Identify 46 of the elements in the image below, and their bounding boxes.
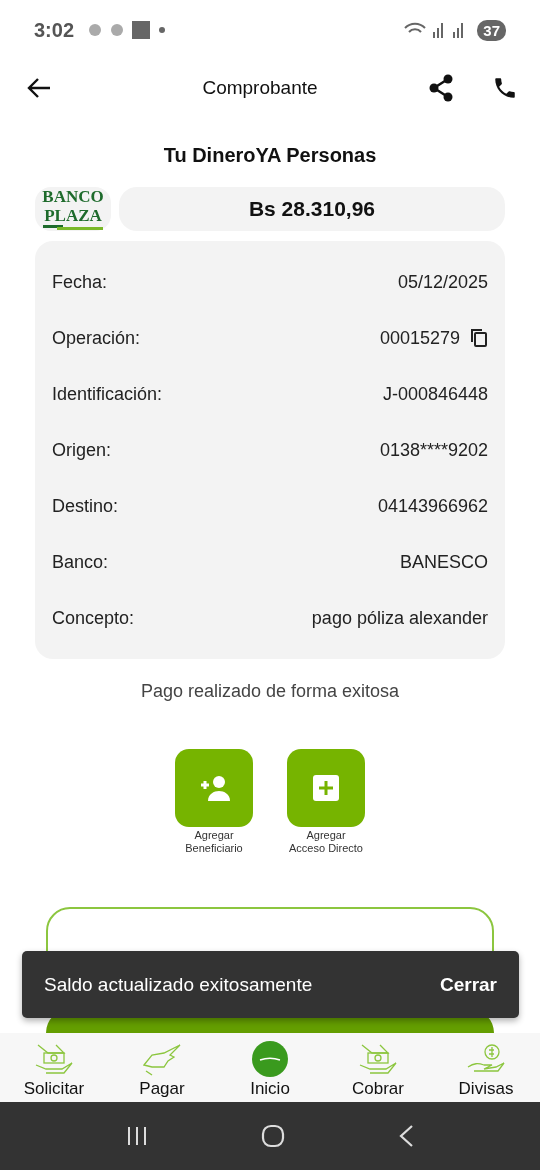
phone-button[interactable]: [492, 75, 518, 101]
add-square-icon: [313, 775, 339, 801]
bank-logo: BANCO PLAZA: [35, 187, 111, 231]
action-label: Agregar Acceso Directo: [289, 829, 363, 855]
nav-item[interactable]: Cobrar: [328, 1041, 428, 1099]
pointing-hand-icon: [142, 1043, 182, 1077]
screen-title: Comprobante: [201, 77, 319, 99]
action-tile[interactable]: [175, 749, 253, 827]
detail-value: 05/12/2025: [397, 271, 488, 293]
nav-item[interactable]: Solicitar: [4, 1041, 104, 1099]
nav-item[interactable]: Pagar: [112, 1043, 212, 1099]
detail-value: pago póliza alexander: [311, 607, 488, 629]
recents-icon[interactable]: [126, 1125, 149, 1147]
detail-label: Fecha:: [52, 271, 108, 293]
detail-value: 04143966962: [377, 495, 488, 517]
page-heading: Tu DineroYA Personas: [163, 144, 377, 167]
app-notification-icon: [132, 21, 151, 39]
detail-label: Origen:: [52, 439, 112, 461]
nav-item[interactable]: Inicio: [220, 1041, 320, 1099]
detail-label: Destino:: [52, 495, 119, 517]
close-button[interactable]: Cerrar: [439, 973, 497, 996]
bank-logo-icon: [252, 1041, 288, 1077]
snackbar-message: Saldo actualizado exitosamente: [44, 973, 313, 996]
detail-value: 00015279: [379, 327, 460, 349]
detail-value: 0138****9202: [379, 439, 488, 461]
detail-label: Identificación:: [52, 383, 163, 405]
nav-item[interactable]: Divisas: [436, 1043, 536, 1099]
amount-display: Bs 28.310,96: [119, 187, 505, 231]
battery-level: 37: [477, 19, 506, 41]
more-notifications-dot-icon: [158, 26, 167, 34]
back-button[interactable]: [26, 77, 52, 99]
success-message: Pago realizado de forma exitosa: [140, 681, 400, 702]
notification-icon: [110, 23, 125, 37]
status-time: 3:02: [34, 18, 75, 42]
home-icon[interactable]: [261, 1124, 285, 1148]
detail-value: BANESCO: [399, 551, 488, 573]
action-tile[interactable]: [287, 749, 365, 827]
detail-label: Banco:: [52, 551, 109, 573]
notification-icon: [88, 23, 103, 37]
detail-value: J-000846448: [382, 383, 488, 405]
back-icon[interactable]: [397, 1124, 414, 1148]
copy-icon[interactable]: [470, 328, 488, 348]
detail-label: Operación:: [52, 327, 141, 349]
detail-label: Concepto:: [52, 607, 135, 629]
share-button[interactable]: [428, 74, 454, 102]
action-label: Agregar Beneficiario: [185, 829, 243, 855]
